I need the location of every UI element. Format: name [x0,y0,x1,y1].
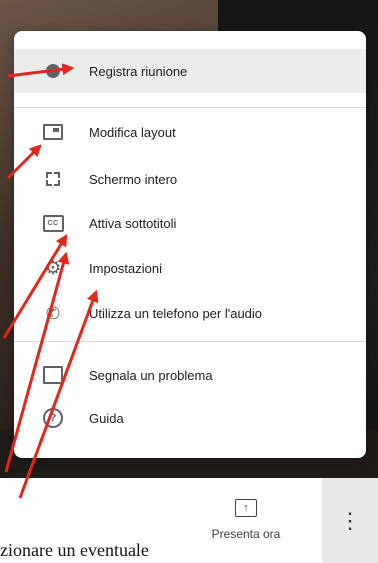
menu-item-phone-audio[interactable]: ✆ Utilizza un telefono per l'audio [14,291,366,335]
menu-divider [14,341,366,342]
layout-icon [42,121,64,143]
phone-forward-icon: ✆ [45,303,61,323]
menu-item-record-meeting[interactable]: Registra riunione [14,49,366,93]
menu-item-label: Registra riunione [89,63,188,79]
present-screen-icon: ↑ [235,499,257,517]
present-now-label: Presenta ora [211,527,281,541]
fullscreen-icon [42,168,64,190]
closed-captions-icon: CC [42,212,64,234]
options-menu: Registra riunione Modifica layout Scherm… [14,31,366,458]
menu-item-label: Segnala un problema [89,367,213,383]
help-icon: ? [42,407,64,429]
menu-item-report-problem[interactable]: Segnala un problema [14,353,366,397]
menu-item-captions[interactable]: CC Attiva sottotitoli [14,201,366,245]
menu-item-label: Attiva sottotitoli [89,215,177,231]
menu-item-label: Modifica layout [89,124,176,140]
menu-item-label: Guida [89,410,124,426]
menu-divider [14,107,366,108]
menu-item-label: Schermo intero [89,171,178,187]
menu-item-label: Utilizza un telefono per l'audio [89,305,263,321]
more-options-button[interactable]: ⋮ [322,478,378,563]
settings-gear-icon: ⚙ [44,257,62,279]
document-caption-fragment: zionare un eventuale [0,537,151,563]
more-vert-icon: ⋮ [339,507,361,533]
report-icon [42,364,64,386]
menu-item-fullscreen[interactable]: Schermo intero [14,157,366,201]
menu-item-help[interactable]: ? Guida [14,396,366,440]
menu-item-change-layout[interactable]: Modifica layout [14,110,366,154]
menu-item-label: Impostazioni [89,260,162,276]
present-now-button[interactable]: ↑ Presenta ora [196,494,296,550]
record-icon [42,60,64,82]
menu-item-settings[interactable]: ⚙ Impostazioni [14,246,366,290]
